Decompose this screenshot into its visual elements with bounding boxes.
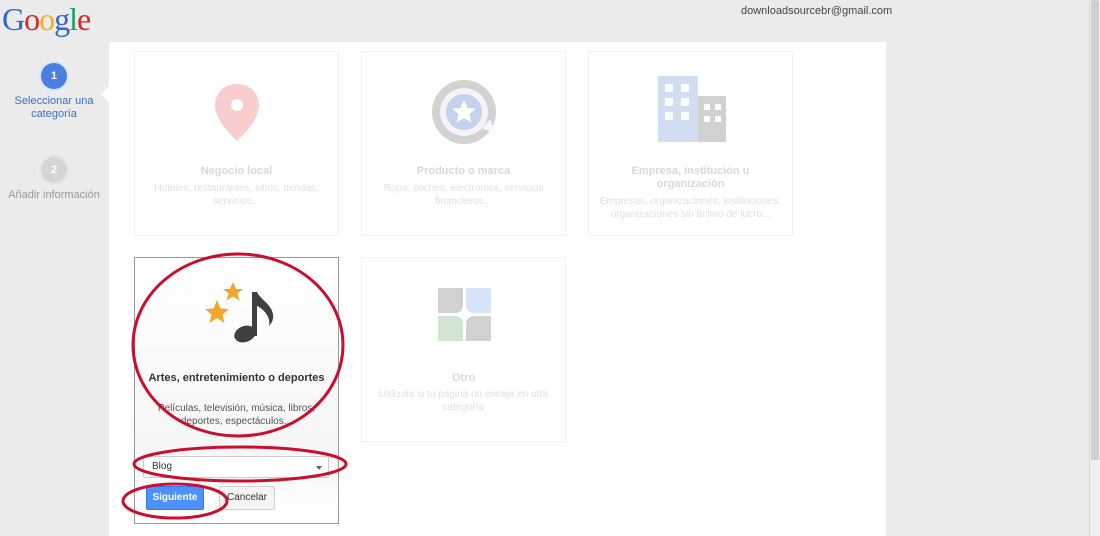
next-button[interactable]: Siguiente [146, 486, 204, 510]
logo-letter: l [69, 1, 78, 37]
step-number-badge: 1 [41, 63, 67, 89]
category-card-arts-entertainment[interactable]: Artes, entretenimiento o deportes Pelícu… [134, 257, 339, 524]
category-description: Hoteles, restaurantes, sitios, tiendas, … [154, 183, 319, 207]
step-select-category: 1 Seleccionar una categoría [0, 63, 108, 121]
google-logo[interactable]: Google [2, 0, 91, 38]
category-card-product-brand[interactable]: Producto o marca Ropa, coches, electróni… [361, 51, 566, 236]
scrollbar-thumb[interactable] [1091, 0, 1099, 460]
category-description: Películas, televisión, música, libros, d… [157, 403, 316, 427]
category-card-company[interactable]: Empresa, institución u organización Empr… [588, 51, 793, 236]
active-step-pointer [101, 85, 110, 103]
category-card-other[interactable]: Otro Utilízala si tu página no encaja en… [361, 257, 566, 442]
building-icon [589, 76, 792, 148]
category-title: Negocio local [200, 165, 273, 177]
logo-letter: o [24, 1, 40, 37]
star-seal-icon [362, 76, 565, 148]
logo-letter: o [39, 1, 55, 37]
category-card-local-business[interactable]: Negocio local Hoteles, restaurantes, sit… [134, 51, 339, 236]
step-label: Añadir información [8, 189, 100, 201]
step-label: Seleccionar una categoría [14, 95, 94, 120]
vertical-scrollbar[interactable] [1089, 0, 1100, 536]
step-add-information: 2 Añadir información [0, 157, 108, 202]
puzzle-icon [362, 282, 565, 354]
map-pin-icon [135, 76, 338, 148]
chevron-down-icon [316, 466, 322, 470]
step-number-badge: 2 [41, 157, 67, 183]
cancel-button[interactable]: Cancelar [219, 486, 275, 510]
category-title: Otro [451, 372, 476, 384]
logo-letter: g [54, 1, 70, 37]
account-email[interactable]: downloadsourcebr@gmail.com [741, 5, 892, 17]
logo-letter: e [77, 1, 91, 37]
logo-letter: G [2, 1, 25, 37]
category-description: Utilízala si tu página no encaja en otra… [378, 389, 549, 413]
subcategory-select[interactable]: Blog [143, 456, 329, 478]
category-description: Ropa, coches, electrónica, servicios fin… [383, 183, 544, 207]
category-title: Producto o marca [416, 165, 511, 177]
category-description: Empresas, organizaciones, instituciones,… [599, 196, 782, 220]
category-title: Empresa, institución u organización [631, 165, 750, 190]
category-title: Artes, entretenimiento o deportes [148, 372, 325, 384]
subcategory-value: Blog [152, 461, 173, 472]
music-stars-icon [135, 282, 338, 354]
